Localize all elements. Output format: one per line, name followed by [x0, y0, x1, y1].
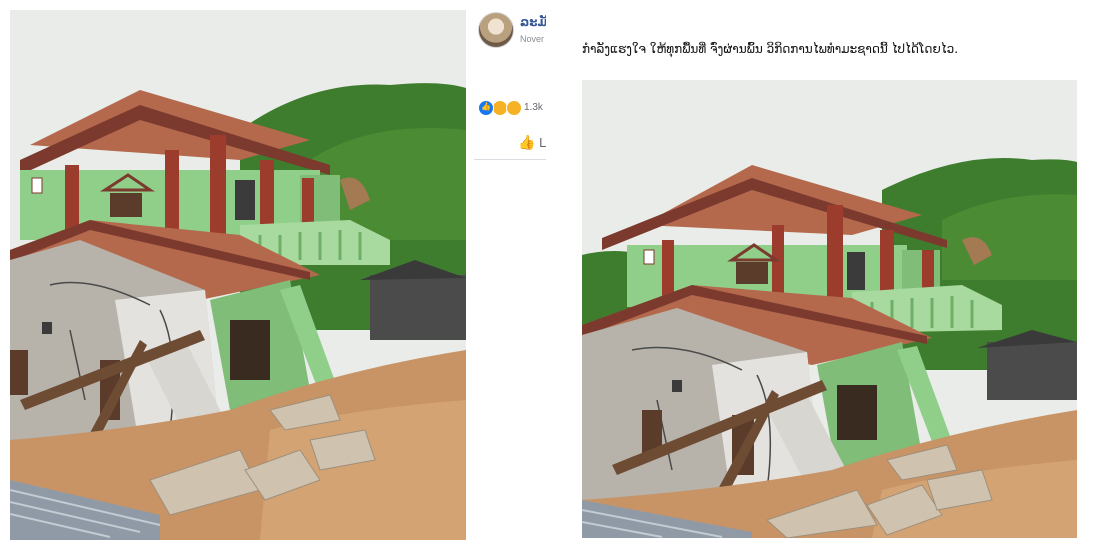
facebook-post-panel: ລະມັ Nover 1.3k 👍 L [466, 0, 546, 550]
collapsed-house-photo-left[interactable] [10, 10, 466, 540]
thumbs-up-icon: 👍 [518, 134, 536, 150]
like-button[interactable]: 👍 L [518, 134, 546, 151]
wow-icon [506, 99, 522, 116]
post-caption-text: ກຳລັງແຮງໃຈ ໃຫ້ທຸກພື້ນທີ່ ຈົ່ງຜ່ານພົ້ນ ວິ… [582, 42, 959, 56]
house-illustration-left [10, 10, 466, 540]
poster-name-link[interactable]: ລະມັ [520, 15, 546, 29]
post-timestamp[interactable]: Nover [520, 34, 544, 44]
like-button-label: L [539, 135, 546, 150]
reaction-count: 1.3k [524, 102, 543, 114]
profile-photo-avatar[interactable] [478, 12, 514, 48]
divider [474, 159, 546, 160]
like-icon [478, 99, 494, 116]
house-illustration-right [582, 80, 1077, 538]
reactions-summary[interactable]: 1.3k [478, 99, 543, 117]
collapsed-house-photo-right[interactable] [582, 80, 1077, 538]
